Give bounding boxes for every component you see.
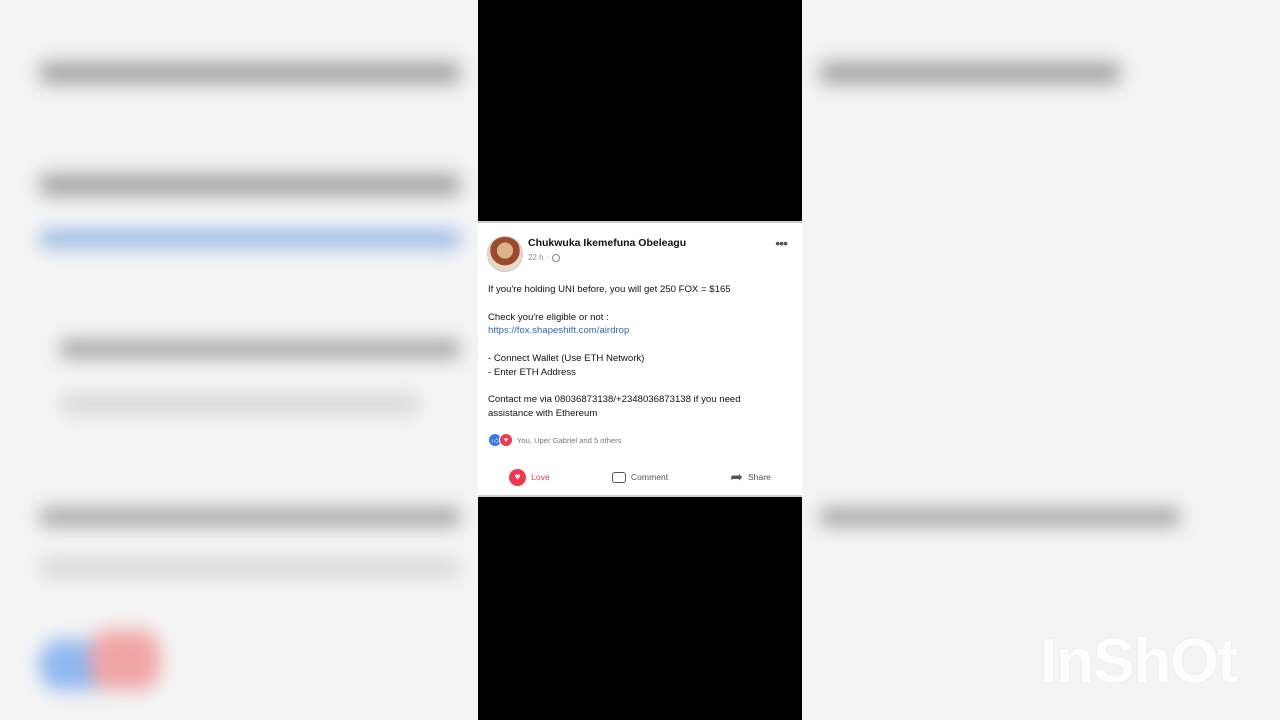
post-line: - Connect Wallet (Use ETH Network) xyxy=(488,352,645,364)
share-button[interactable]: ➦ Share xyxy=(730,470,771,485)
meta-separator: · xyxy=(546,253,550,262)
heart-icon: ♥ xyxy=(499,433,513,447)
comment-icon xyxy=(611,471,626,483)
share-label: Share xyxy=(747,472,771,482)
love-label: Love xyxy=(531,472,550,482)
post-time: 22 h xyxy=(528,253,544,262)
post-line: Check you're eligible or not : xyxy=(488,311,609,323)
post-meta: 22 h · xyxy=(528,253,561,262)
love-button[interactable]: ♥ Love xyxy=(509,468,550,486)
video-frame: Chukwuka Ikemefuna Obeleagu 22 h · ••• I… xyxy=(478,0,802,720)
globe-icon xyxy=(552,253,561,262)
post-line: - Enter ETH Address xyxy=(488,366,576,378)
share-arrow-icon: ➦ xyxy=(730,468,743,486)
post-body: If you're holding UNI before, you will g… xyxy=(488,283,792,421)
reactions-summary[interactable]: 👍︎ ♥ You, Uper Gabriel and 5 others xyxy=(488,433,621,447)
inshot-watermark: InShOt xyxy=(1040,627,1238,696)
post-line: Contact me via 08036873138/+234803687313… xyxy=(488,394,741,406)
post-actions: ♥ Love Comment ➦ Share xyxy=(478,467,802,487)
post-author[interactable]: Chukwuka Ikemefuna Obeleagu xyxy=(528,237,686,249)
airdrop-link[interactable]: https://fox.shapeshift.com/airdrop xyxy=(488,324,792,338)
post-line: assistance with Ethereum xyxy=(488,408,598,420)
facebook-post-card: Chukwuka Ikemefuna Obeleagu 22 h · ••• I… xyxy=(478,221,802,497)
comment-label: Comment xyxy=(630,472,669,482)
comment-button[interactable]: Comment xyxy=(611,471,669,483)
post-line: If you're holding UNI before, you will g… xyxy=(488,284,731,295)
avatar[interactable] xyxy=(487,236,523,272)
more-options-icon[interactable]: ••• xyxy=(775,235,788,251)
reactions-text: You, Uper Gabriel and 5 others xyxy=(517,435,622,445)
heart-icon: ♥ xyxy=(509,468,527,486)
